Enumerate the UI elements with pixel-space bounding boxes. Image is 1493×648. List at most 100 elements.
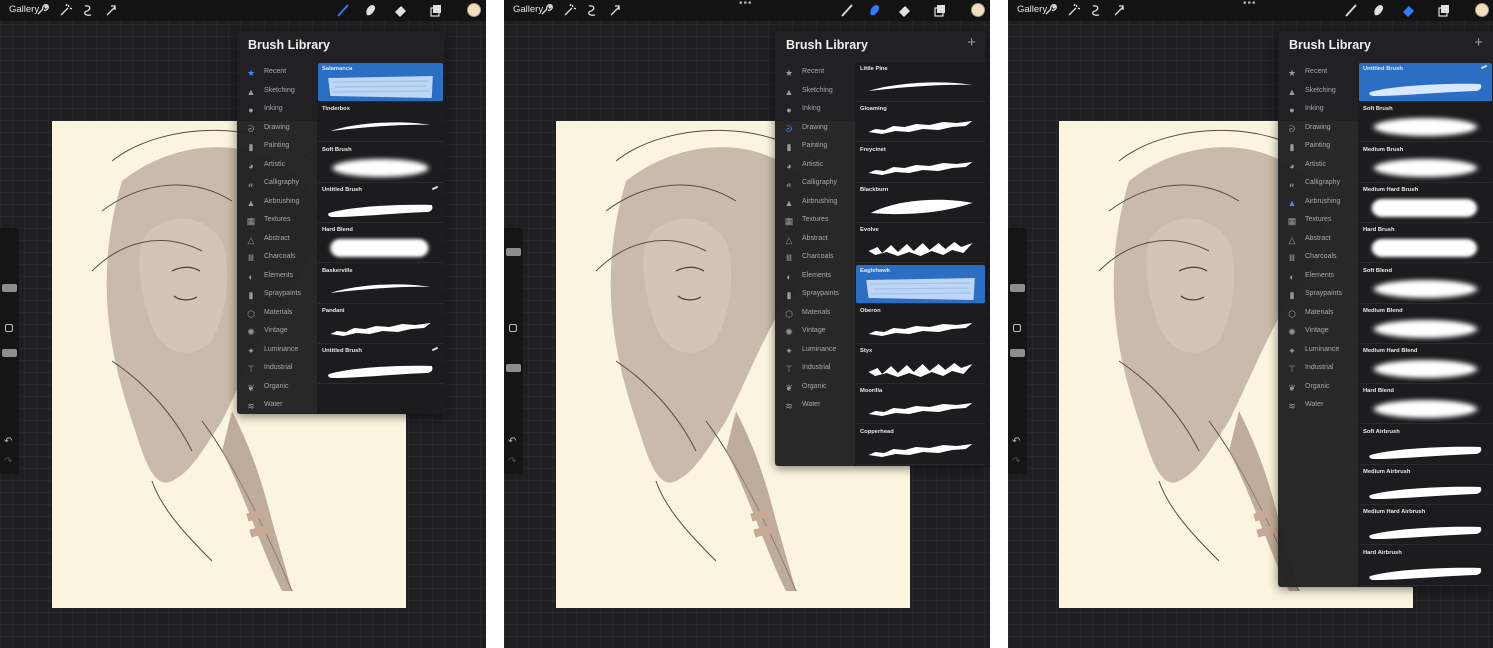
redo-icon[interactable]: ↷ — [1012, 456, 1020, 467]
brush-icon[interactable] — [1344, 3, 1358, 17]
color-swatch[interactable] — [1475, 3, 1489, 17]
wand-icon[interactable] — [1066, 3, 1080, 17]
layers-icon[interactable] — [932, 3, 946, 17]
brush-set-industrial[interactable]: ⊤ Industrial — [237, 360, 317, 379]
brush-set-water[interactable]: ≋ Water — [1278, 397, 1358, 416]
brush-item[interactable]: Freycinet — [856, 144, 985, 183]
brush-set-vintage[interactable]: ✺ Vintage — [1278, 323, 1358, 342]
brush-set-luminance[interactable]: ✦ Luminance — [1278, 342, 1358, 361]
brush-set-spraypaints[interactable]: ▮ Spraypaints — [775, 286, 855, 305]
brush-set-calligraphy[interactable]: 𝒶 Calligraphy — [237, 175, 317, 194]
brush-set-charcoals[interactable]: Ⅲ Charcoals — [237, 249, 317, 268]
modify-button[interactable] — [509, 324, 517, 332]
color-swatch[interactable] — [467, 3, 481, 17]
eraser-icon[interactable] — [393, 3, 407, 17]
brush-size-slider[interactable] — [1010, 284, 1025, 292]
brush-item[interactable]: Hard Blend — [318, 224, 443, 264]
more-dots-icon[interactable]: ••• — [1243, 0, 1257, 9]
brush-item[interactable]: Hard Brush — [1359, 224, 1492, 264]
brush-set-inking[interactable]: ● Inking — [1278, 101, 1358, 120]
add-brush-set-icon[interactable]: + — [1474, 34, 1483, 51]
brush-set-materials[interactable]: ⬡ Materials — [775, 305, 855, 324]
brush-item[interactable]: Soft Airbrush — [1359, 426, 1492, 465]
brush-set-textures[interactable]: ▦ Textures — [1278, 212, 1358, 231]
brush-set-sketching[interactable]: ▲ Sketching — [1278, 83, 1358, 102]
move-icon[interactable] — [1112, 3, 1126, 17]
brush-set-industrial[interactable]: ⊤ Industrial — [775, 360, 855, 379]
brush-set-abstract[interactable]: △ Abstract — [1278, 231, 1358, 250]
brush-set-charcoals[interactable]: Ⅲ Charcoals — [775, 249, 855, 268]
brush-set-painting[interactable]: ▮ Painting — [1278, 138, 1358, 157]
undo-icon[interactable]: ↶ — [508, 436, 516, 447]
brush-item[interactable]: Untitled Brush — [318, 345, 443, 385]
brush-set-abstract[interactable]: △ Abstract — [237, 231, 317, 250]
brush-set-painting[interactable]: ▮ Painting — [237, 138, 317, 157]
select-icon[interactable] — [81, 3, 95, 17]
opacity-slider[interactable] — [2, 349, 17, 357]
brush-set-luminance[interactable]: ✦ Luminance — [237, 342, 317, 361]
brush-item[interactable]: Untitled Brush — [318, 184, 443, 223]
brush-icon[interactable] — [336, 3, 350, 17]
brush-size-slider[interactable] — [2, 284, 17, 292]
brush-set-recent[interactable]: ★ Recent — [1278, 64, 1358, 83]
brush-set-charcoals[interactable]: Ⅲ Charcoals — [1278, 249, 1358, 268]
brush-item[interactable]: Pandani — [318, 305, 443, 344]
brush-set-organic[interactable]: ❦ Organic — [237, 379, 317, 398]
brush-item[interactable]: Styx — [856, 345, 985, 385]
brush-item[interactable]: Medium Airbrush — [1359, 466, 1492, 505]
brush-set-organic[interactable]: ❦ Organic — [1278, 379, 1358, 398]
select-icon[interactable] — [1089, 3, 1103, 17]
brush-set-airbrushing[interactable]: ▲ Airbrushing — [1278, 194, 1358, 213]
brush-item[interactable]: Untitled Brush — [1359, 63, 1492, 102]
brush-item[interactable]: Soft Brush — [318, 144, 443, 183]
wrench-icon[interactable] — [35, 3, 49, 17]
brush-icon[interactable] — [840, 3, 854, 17]
brush-set-water[interactable]: ≋ Water — [237, 397, 317, 414]
brush-set-vintage[interactable]: ✺ Vintage — [775, 323, 855, 342]
brush-item[interactable]: Blackburn — [856, 184, 985, 223]
brush-set-elements[interactable]: ◐ Elements — [237, 268, 317, 287]
brush-set-painting[interactable]: ▮ Painting — [775, 138, 855, 157]
wrench-icon[interactable] — [539, 3, 553, 17]
undo-icon[interactable]: ↶ — [4, 436, 12, 447]
select-icon[interactable] — [585, 3, 599, 17]
brush-item[interactable]: Oberon — [856, 305, 985, 344]
brush-set-industrial[interactable]: ⊤ Industrial — [1278, 360, 1358, 379]
redo-icon[interactable]: ↷ — [508, 456, 516, 467]
brush-set-organic[interactable]: ❦ Organic — [775, 379, 855, 398]
brush-set-spraypaints[interactable]: ▮ Spraypaints — [237, 286, 317, 305]
smudge-icon[interactable] — [363, 3, 377, 17]
brush-set-recent[interactable]: ★ Recent — [775, 64, 855, 83]
brush-item[interactable]: Baskerville — [318, 265, 443, 304]
brush-set-vintage[interactable]: ✺ Vintage — [237, 323, 317, 342]
opacity-slider[interactable] — [506, 364, 521, 372]
brush-set-drawing[interactable]: ᘐ Drawing — [1278, 120, 1358, 139]
move-icon[interactable] — [608, 3, 622, 17]
wand-icon[interactable] — [58, 3, 72, 17]
brush-item[interactable]: Little Pine — [856, 63, 985, 102]
brush-set-drawing[interactable]: ᘐ Drawing — [237, 120, 317, 139]
brush-set-water[interactable]: ≋ Water — [775, 397, 855, 416]
layers-icon[interactable] — [1436, 3, 1450, 17]
redo-icon[interactable]: ↷ — [4, 456, 12, 467]
brush-set-abstract[interactable]: △ Abstract — [775, 231, 855, 250]
add-brush-set-icon[interactable]: + — [967, 34, 976, 51]
modify-button[interactable] — [1013, 324, 1021, 332]
wand-icon[interactable] — [562, 3, 576, 17]
more-dots-icon[interactable]: ••• — [739, 0, 753, 9]
brush-set-airbrushing[interactable]: ▲ Airbrushing — [237, 194, 317, 213]
brush-set-materials[interactable]: ⬡ Materials — [1278, 305, 1358, 324]
brush-set-sketching[interactable]: ▲ Sketching — [775, 83, 855, 102]
brush-set-sketching[interactable]: ▲ Sketching — [237, 83, 317, 102]
brush-set-drawing[interactable]: ᘐ Drawing — [775, 120, 855, 139]
brush-item[interactable]: Medium Hard Brush — [1359, 184, 1492, 223]
brush-set-artistic[interactable]: ◕ Artistic — [775, 157, 855, 176]
brush-set-elements[interactable]: ◐ Elements — [775, 268, 855, 287]
brush-size-slider[interactable] — [506, 248, 521, 256]
brush-item[interactable]: Gloaming — [856, 103, 985, 143]
modify-button[interactable] — [5, 324, 13, 332]
brush-item[interactable]: Medium Brush — [1359, 144, 1492, 183]
brush-set-artistic[interactable]: ◕ Artistic — [237, 157, 317, 176]
smudge-icon[interactable] — [1371, 3, 1385, 17]
brush-set-airbrushing[interactable]: ▲ Airbrushing — [775, 194, 855, 213]
